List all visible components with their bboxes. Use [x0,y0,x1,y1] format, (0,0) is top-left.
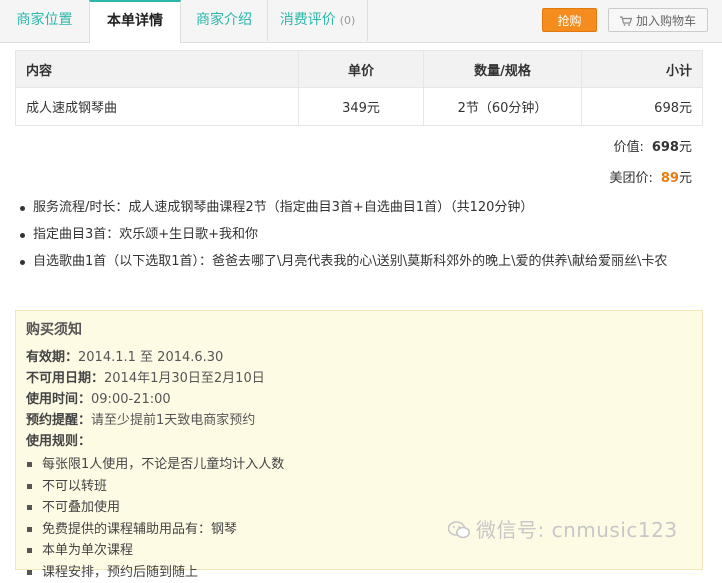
price-label: 美团价: [593,167,653,186]
bullet-icon [20,233,25,238]
notice-value: 09:00-21:00 [91,392,171,407]
tab-merchant-intro[interactable]: 商家介绍 [181,0,268,41]
reservation-line: 预约提醒：请至少提前1天致电商家预约 [26,410,692,431]
notice-label: 使用时间： [26,392,91,407]
buy-button[interactable]: 抢购 [542,8,597,32]
list-item: 本单为单次课程 [26,540,692,562]
value-label: 价值: [584,136,644,155]
rule-text: 不可叠加使用 [42,500,120,515]
bullet-icon [27,505,32,510]
notice-label: 不可用日期： [26,371,104,386]
tab-label: 消费评价 [280,12,336,28]
notice-label: 有效期： [26,350,78,365]
cart-label: 加入购物车 [636,14,696,28]
rule-text: 不可以转班 [42,479,107,494]
usage-time-line: 使用时间：09:00-21:00 [26,389,692,410]
detail-text: 服务流程/时长：成人速成钢琴曲课程2节（指定曲目3首+自选曲目1首）（共120分… [33,200,533,215]
bullet-icon [27,462,32,467]
list-item: 服务流程/时长：成人速成钢琴曲课程2节（指定曲目3首+自选曲目1首）（共120分… [18,198,708,218]
table-header-row: 内容 单价 数量/规格 小计 [16,51,703,88]
rules-label: 使用规则： [26,431,692,452]
notice-label: 预约提醒： [26,413,91,428]
rule-text: 课程安排，预约后随到随上 [42,565,198,580]
col-quantity: 数量/规格 [424,51,582,88]
list-item: 自选歌曲1首（以下选取1首）：爸爸去哪了\月亮代表我的心\送别\莫斯科郊外的晚上… [18,252,708,272]
notice-title: 购买须知 [26,319,692,339]
col-content: 内容 [16,51,299,88]
notice-value: 请至少提前1天致电商家预约 [91,413,255,428]
list-item: 每张限1人使用，不论是否儿童均计入人数 [26,454,692,476]
list-item: 指定曲目3首：欢乐颂+生日歌+我和你 [18,225,708,245]
bullet-icon [27,527,32,532]
tab-label: 商家位置 [17,12,73,28]
unavailable-dates-line: 不可用日期：2014年1月30日至2月10日 [26,368,692,389]
value-row: 价值: 698元 [584,136,692,155]
validity-line: 有效期：2014.1.1 至 2014.6.30 [26,347,692,368]
col-unit-price: 单价 [299,51,424,88]
tab-merchant-location[interactable]: 商家位置 [0,0,90,41]
review-count: (0) [340,14,356,27]
col-subtotal: 小计 [582,51,703,88]
bullet-icon [20,206,25,211]
tab-deal-details[interactable]: 本单详情 [89,0,181,43]
tab-label: 商家介绍 [196,12,252,28]
tab-label: 本单详情 [107,13,163,29]
bullet-icon [27,570,32,575]
price-amount: 89 [661,171,679,186]
notice-value: 2014.1.1 至 2014.6.30 [78,350,223,365]
cart-icon [620,16,632,26]
value-amount: 698 [652,140,679,155]
tab-reviews[interactable]: 消费评价 (0) [268,0,368,41]
rule-text: 本单为单次课程 [42,543,133,558]
list-item: 不可以转班 [26,476,692,498]
item-unit-price: 349元 [299,88,424,126]
price-unit: 元 [679,171,692,186]
bullet-icon [27,484,32,489]
item-name: 成人速成钢琴曲 [16,88,299,126]
notice-value: 2014年1月30日至2月10日 [104,371,265,386]
rule-text: 免费提供的课程辅助用品有：钢琴 [42,522,237,537]
wechat-watermark: 微信号: cnmusic123 [448,514,678,543]
item-subtotal: 698元 [582,88,703,126]
tab-bar: 商家位置 本单详情 商家介绍 消费评价 (0) 抢购 加入购物车 [0,0,722,43]
rule-text: 每张限1人使用，不论是否儿童均计入人数 [42,457,284,472]
add-to-cart-button[interactable]: 加入购物车 [608,8,708,32]
deal-details-list: 服务流程/时长：成人速成钢琴曲课程2节（指定曲目3首+自选曲目1首）（共120分… [18,198,708,279]
wechat-icon [448,521,470,539]
bullet-icon [20,260,25,265]
value-unit: 元 [679,140,692,155]
bullet-icon [27,548,32,553]
detail-text: 自选歌曲1首（以下选取1首）：爸爸去哪了\月亮代表我的心\送别\莫斯科郊外的晚上… [33,254,667,269]
order-table: 内容 单价 数量/规格 小计 成人速成钢琴曲 349元 2节（60分钟） 698… [15,50,703,126]
meituan-price-row: 美团价: 89元 [593,167,692,186]
table-row: 成人速成钢琴曲 349元 2节（60分钟） 698元 [16,88,703,126]
watermark-text: 微信号: cnmusic123 [476,518,678,542]
detail-text: 指定曲目3首：欢乐颂+生日歌+我和你 [33,227,258,242]
item-quantity: 2节（60分钟） [424,88,582,126]
